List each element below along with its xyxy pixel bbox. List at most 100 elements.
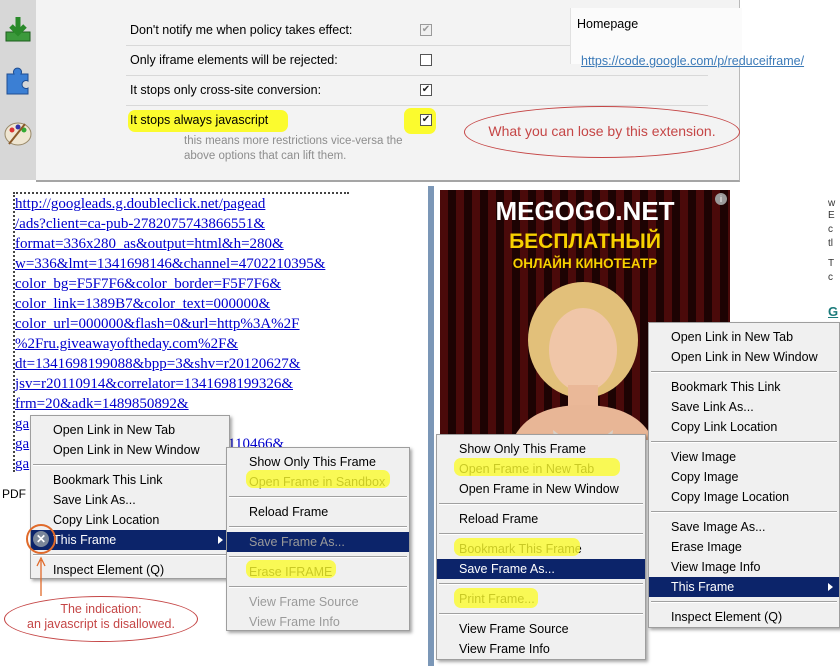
pdf-label: PDF [2, 487, 26, 501]
options-sidebar [0, 0, 36, 180]
download-icon[interactable] [3, 14, 33, 44]
menu-item-save-image-as[interactable]: Save Image As... [649, 517, 839, 537]
callout-text: The indication: [60, 602, 142, 616]
menu-item-label: Bookmark This Link [53, 473, 163, 487]
ad-info-icon[interactable]: i [715, 193, 727, 205]
edge-text: c [828, 224, 833, 235]
option-row-cross-site: It stops only cross-site conversion: ✔ [126, 76, 708, 106]
menu-item-this-frame[interactable]: This Frame [649, 577, 839, 597]
menu-item-view-frame-info[interactable]: View Frame Info [437, 639, 645, 659]
ad-url-line[interactable]: w=336&lmt=1341698146&channel=4702210395& [15, 256, 325, 273]
menu-item-label: Inspect Element (Q) [671, 610, 783, 624]
ad-url-line[interactable]: color_bg=F5F7F6&color_border=F5F7F6& [15, 276, 281, 293]
menu-item-open-link-in-new-window[interactable]: Open Link in New Window [649, 347, 839, 367]
menu-item-label: Save Frame As... [249, 535, 345, 549]
menu-item-label: This Frame [53, 533, 117, 547]
menu-item-label: Copy Image [671, 470, 739, 484]
ad-url-line[interactable]: color_url=000000&flash=0&url=http%3A%2F [15, 316, 300, 333]
ad-url-line[interactable]: ga [15, 456, 29, 473]
ad-url-line[interactable]: ga [15, 416, 29, 433]
menu-item-label: Erase Image [671, 540, 742, 554]
menu-item-label: View Image Info [671, 560, 761, 574]
highlight [454, 588, 538, 608]
x-icon[interactable]: ✕ [26, 524, 56, 554]
ad-url-line[interactable]: jsv=r20110914&correlator=1341698199326& [15, 376, 293, 393]
menu-item-view-frame-source[interactable]: View Frame Source [437, 619, 645, 639]
edge-text: tl [828, 238, 833, 249]
ad-subheadline: ОНЛАЙН КИНОТЕАТР [512, 256, 658, 271]
edge-text: E [828, 210, 835, 221]
edge-text: w [828, 198, 836, 209]
menu-item-open-link-in-new-tab[interactable]: Open Link in New Tab [649, 327, 839, 347]
menu-item-this-frame[interactable]: This Frame [31, 530, 229, 550]
homepage-link[interactable]: https://code.google.com/p/reduceiframe/ [581, 54, 804, 68]
menu-item-label: Reload Frame [249, 505, 329, 519]
context-menu-link: Open Link in New Tab Open Link in New Win… [30, 415, 230, 579]
menu-item-label: Bookmark This Link [671, 380, 781, 394]
menu-item-label: View Frame Info [459, 642, 550, 656]
menu-item-show-only-this-frame[interactable]: Show Only This Frame [227, 452, 409, 472]
menu-separator [229, 556, 407, 558]
note-line: this means more restrictions vice-versa … [184, 135, 403, 147]
menu-separator [439, 533, 643, 535]
ad-url-line[interactable]: %2Fru.giveawayoftheday.com%2F& [15, 336, 238, 353]
edge-link[interactable]: G [828, 305, 838, 318]
option-checkbox[interactable]: ✔ [420, 24, 432, 36]
menu-separator [33, 464, 227, 466]
option-label: Don't notify me when policy takes effect… [130, 23, 353, 37]
menu-item-show-only-this-frame[interactable]: Show Only This Frame [437, 439, 645, 459]
note-line: above options that can lift them. [184, 150, 347, 162]
option-label: It stops only cross-site conversion: [130, 83, 322, 97]
disallowed-indicator: ✕ [33, 531, 49, 547]
menu-separator [439, 613, 643, 615]
menu-item-open-frame-in-new-window[interactable]: Open Frame in New Window [437, 479, 645, 499]
menu-item-erase-image[interactable]: Erase Image [649, 537, 839, 557]
menu-item-save-link-as[interactable]: Save Link As... [31, 490, 229, 510]
menu-item-view-image-info[interactable]: View Image Info [649, 557, 839, 577]
menu-item-label: Show Only This Frame [459, 442, 586, 456]
menu-item-inspect-element-q[interactable]: Inspect Element (Q) [649, 607, 839, 627]
homepage-label: Homepage [577, 17, 639, 31]
ad-url-line[interactable]: format=336x280_as&output=html&h=280& [15, 236, 284, 253]
menu-item-inspect-element-q[interactable]: Inspect Element (Q) [31, 560, 229, 580]
ad-url-line[interactable]: frm=20&adk=1489850892& [15, 396, 189, 413]
ad-url-line[interactable]: dt=1341698199088&bpp=3&shv=r20120627& [15, 356, 300, 373]
ad-brand: MEGOGO.NET [495, 196, 675, 226]
menu-item-copy-link-location[interactable]: Copy Link Location [649, 417, 839, 437]
menu-item-save-frame-as[interactable]: Save Frame As... [437, 559, 645, 579]
menu-item-copy-link-location[interactable]: Copy Link Location [31, 510, 229, 530]
menu-item-bookmark-this-link[interactable]: Bookmark This Link [31, 470, 229, 490]
menu-separator [651, 441, 837, 443]
option-checkbox[interactable] [420, 54, 432, 66]
menu-item-reload-frame[interactable]: Reload Frame [437, 509, 645, 529]
menu-item-reload-frame[interactable]: Reload Frame [227, 502, 409, 522]
menu-item-label: View Frame Info [249, 615, 340, 629]
menu-item-view-frame-info[interactable]: View Frame Info [227, 612, 409, 632]
highlight [246, 560, 336, 578]
menu-item-save-frame-as[interactable]: Save Frame As... [227, 532, 409, 552]
highlight [246, 470, 390, 488]
option-note: this means more restrictions vice-versa … [184, 134, 403, 164]
ad-url-line[interactable]: /ads?client=ca-pub-2782075743866551& [15, 216, 265, 233]
menu-item-open-link-in-new-tab[interactable]: Open Link in New Tab [31, 420, 229, 440]
ad-url-line[interactable]: ga [15, 436, 29, 453]
menu-item-copy-image[interactable]: Copy Image [649, 467, 839, 487]
ad-url-line[interactable]: http://googleads.g.doubleclick.net/pagea… [15, 196, 265, 213]
menu-item-label: Open Link in New Window [671, 350, 818, 364]
menu-item-save-link-as[interactable]: Save Link As... [649, 397, 839, 417]
menu-item-open-link-in-new-window[interactable]: Open Link in New Window [31, 440, 229, 460]
option-checkbox[interactable]: ✔ [420, 84, 432, 96]
menu-separator [651, 371, 837, 373]
menu-item-view-frame-source[interactable]: View Frame Source [227, 592, 409, 612]
ad-url-line[interactable]: color_link=1389B7&color_text=000000& [15, 296, 270, 313]
menu-item-bookmark-this-link[interactable]: Bookmark This Link [649, 377, 839, 397]
menu-item-copy-image-location[interactable]: Copy Image Location [649, 487, 839, 507]
puzzle-icon[interactable] [3, 66, 33, 96]
palette-icon[interactable] [3, 118, 33, 148]
menu-item-label: Save Image As... [671, 520, 766, 534]
menu-separator [439, 503, 643, 505]
option-checkbox[interactable]: ✔ [420, 114, 432, 126]
menu-item-view-image[interactable]: View Image [649, 447, 839, 467]
option-label: Only iframe elements will be rejected: [130, 53, 338, 67]
highlight [454, 458, 620, 476]
